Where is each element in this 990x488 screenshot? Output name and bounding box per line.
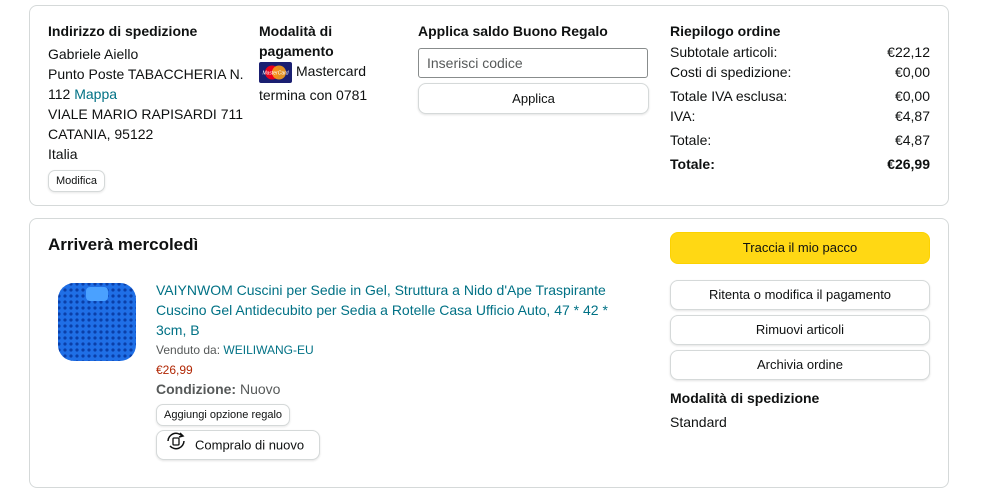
- seller-link[interactable]: WEILIWANG-EU: [223, 343, 313, 357]
- shipping-line1: Punto Poste TABACCHERIA N.: [48, 66, 244, 82]
- shipping-address-title: Indirizzo di spedizione: [48, 23, 198, 39]
- shipping-line2: 112 Mappa: [48, 84, 248, 104]
- retry-payment-button[interactable]: Ritenta o modifica il pagamento: [670, 280, 930, 310]
- payment-title-line2: pagamento: [259, 43, 334, 59]
- archive-order-button[interactable]: Archivia ordine: [670, 350, 930, 380]
- product-condition: Condizione: Nuovo: [156, 381, 280, 397]
- product-price: €26,99: [156, 363, 193, 377]
- shipping-method-title: Modalità di spedizione: [670, 390, 820, 406]
- shipping-method-value: Standard: [670, 414, 727, 430]
- svg-text:MasterCard: MasterCard: [262, 70, 288, 76]
- summary-value: €4,87: [894, 108, 930, 124]
- summary-value: €22,12: [887, 44, 930, 60]
- order-details-card: Indirizzo di spedizione Gabriele Aiello …: [29, 5, 949, 206]
- card-name: Mastercard: [296, 63, 367, 79]
- condition-label: Condizione:: [156, 381, 237, 397]
- summary-label: Totale IVA esclusa:: [670, 88, 788, 104]
- summary-label: Totale:: [670, 132, 712, 148]
- shipping-name: Gabriele Aiello: [48, 46, 139, 62]
- payment-section: Modalità di pagamento MasterCard Masterc…: [259, 21, 399, 105]
- payment-title-line1: Modalità di: [259, 23, 333, 39]
- card-ending: termina con 0781: [259, 86, 368, 103]
- shipping-city: CATANIA, 95122: [48, 126, 154, 142]
- product-image[interactable]: [56, 281, 138, 363]
- track-package-button[interactable]: Traccia il mio pacco: [670, 232, 930, 264]
- summary-label: Subtotale articoli:: [670, 44, 778, 60]
- delivery-title: Arriverà mercoledì: [48, 235, 199, 254]
- mastercard-icon: MasterCard: [259, 61, 292, 83]
- shipping-line2-prefix: 112: [48, 86, 75, 102]
- sold-by-label: Venduto da:: [156, 343, 224, 357]
- summary-label: Costi di spedizione:: [670, 64, 792, 80]
- buy-again-label: Compralo di nuovo: [195, 437, 305, 453]
- condition-value: Nuovo: [240, 381, 281, 397]
- summary-value: €0,00: [894, 88, 930, 104]
- sold-by: Venduto da: WEILIWANG-EU: [156, 343, 314, 357]
- summary-label: Totale:: [670, 156, 715, 172]
- buy-again-icon: [165, 431, 187, 461]
- summary-value: €4,87: [894, 132, 930, 148]
- summary-value: €0,00: [894, 64, 930, 80]
- gift-card-section: Applica saldo Buono Regalo: [418, 21, 658, 41]
- summary-value: €26,99: [887, 156, 930, 172]
- apply-gift-button[interactable]: Applica: [418, 83, 649, 114]
- map-link[interactable]: Mappa: [74, 86, 117, 102]
- shipment-card: Arriverà mercoledì VAIYNWOM Cuscini per …: [29, 218, 949, 488]
- order-summary-title: Riepilogo ordine: [670, 23, 781, 39]
- product-title-link[interactable]: VAIYNWOM Cuscini per Sedie in Gel, Strut…: [156, 280, 626, 340]
- gift-card-title: Applica saldo Buono Regalo: [418, 23, 608, 39]
- gift-code-input[interactable]: [418, 48, 648, 78]
- summary-label: IVA:: [670, 108, 696, 124]
- shipping-country: Italia: [48, 146, 78, 162]
- shipping-address-section: Indirizzo di spedizione Gabriele Aiello …: [48, 21, 248, 192]
- shipping-street: VIALE MARIO RAPISARDI 711: [48, 106, 244, 122]
- remove-items-button[interactable]: Rimuovi articoli: [670, 315, 930, 345]
- buy-again-button[interactable]: Compralo di nuovo: [156, 430, 320, 460]
- add-gift-option-button[interactable]: Aggiungi opzione regalo: [156, 404, 291, 426]
- edit-address-button[interactable]: Modifica: [48, 170, 105, 192]
